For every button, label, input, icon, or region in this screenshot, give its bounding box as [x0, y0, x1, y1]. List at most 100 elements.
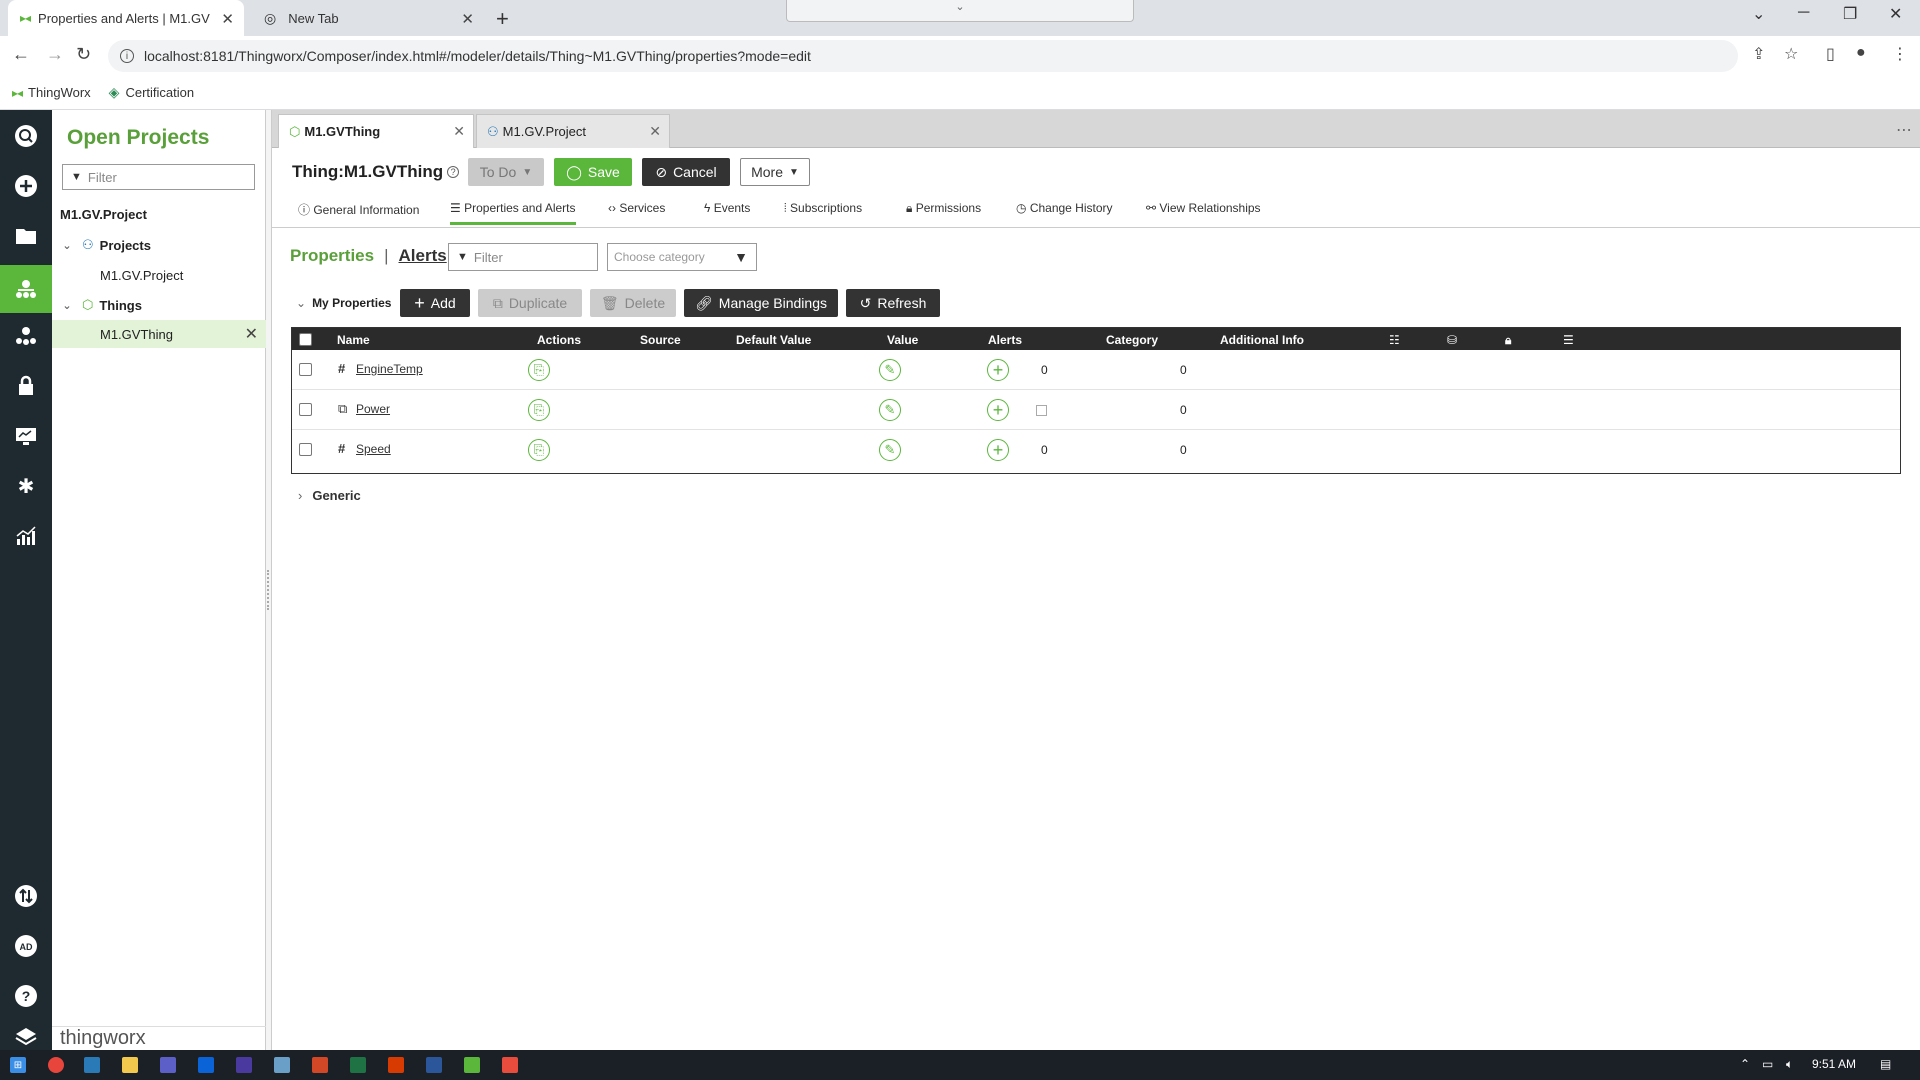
app-icon[interactable] — [464, 1057, 480, 1073]
chrome-icon[interactable] — [48, 1057, 64, 1073]
close-tab-icon[interactable]: ✕ — [649, 123, 661, 140]
column-header[interactable]: Actions — [537, 333, 581, 347]
app-icon[interactable] — [236, 1057, 252, 1073]
row-checkbox[interactable] — [299, 403, 312, 416]
bookmark-star-icon[interactable]: ☆ — [1784, 44, 1798, 64]
browser-tab-active[interactable]: ▸◂ Properties and Alerts | M1.GVThi ✕ — [8, 0, 244, 36]
tab-events[interactable]: ϟ Events — [704, 201, 750, 215]
edge-icon[interactable] — [84, 1057, 100, 1073]
start-icon[interactable]: ⊞ — [10, 1057, 26, 1073]
tab-view-relationships[interactable]: ⚯ View Relationships — [1146, 201, 1261, 215]
gear-icon[interactable]: ✱ — [12, 472, 40, 500]
help-icon[interactable]: ? — [447, 166, 460, 178]
tab-search-dropdown-icon[interactable]: ⌄ — [786, 0, 1134, 22]
tree-root-project[interactable]: M1.GV.Project — [52, 200, 266, 228]
close-icon[interactable]: ✕ — [245, 324, 258, 344]
delete-button[interactable]: 🗑︎ Delete — [590, 289, 676, 317]
bookmark-thingworx[interactable]: ▸◂ ThingWorx — [12, 85, 91, 100]
persistent-icon[interactable]: ⛁ — [1447, 333, 1457, 347]
actions-icon[interactable]: ⎘ — [528, 359, 550, 381]
tab-properties-and-alerts[interactable]: ☰ Properties and Alerts — [450, 201, 576, 225]
users-icon[interactable] — [12, 322, 40, 350]
property-name-link[interactable]: Speed — [356, 442, 391, 456]
excel-icon[interactable] — [350, 1057, 366, 1073]
monitor-icon[interactable] — [12, 422, 40, 450]
properties-filter-input[interactable]: ▼ Filter — [448, 243, 598, 271]
tree-group-projects[interactable]: ⌄ ⚇ Projects — [52, 231, 266, 259]
site-info-icon[interactable]: i — [120, 49, 134, 63]
url-input[interactable]: i localhost:8181/Thingworx/Composer/inde… — [108, 40, 1738, 72]
column-header[interactable]: Name — [337, 333, 370, 347]
row-checkbox[interactable] — [299, 363, 312, 376]
help-icon[interactable]: ? — [12, 982, 40, 1010]
add-alert-icon[interactable]: + — [987, 439, 1009, 461]
close-tab-icon[interactable]: ✕ — [461, 10, 474, 28]
edit-value-icon[interactable]: ✎ — [879, 359, 901, 381]
file-explorer-icon[interactable] — [122, 1057, 138, 1073]
alerts-toggle[interactable]: Alerts — [399, 246, 447, 266]
table-row[interactable]: # Speed ⎘ ✎ 0 + 0 — [292, 430, 1900, 470]
row-checkbox[interactable] — [299, 443, 312, 456]
property-name-link[interactable]: Power — [356, 402, 390, 416]
forward-icon[interactable]: → — [46, 44, 64, 65]
import-export-icon[interactable] — [12, 882, 40, 910]
add-alert-icon[interactable]: + — [987, 359, 1009, 381]
tab-subscriptions[interactable]: ⦙ Subscriptions — [784, 201, 862, 216]
table-row[interactable]: ⧉ Power ⎘ ✎ + 0 — [292, 390, 1900, 430]
search-icon[interactable] — [12, 122, 40, 150]
readonly-lock-icon[interactable]: 🔒︎ — [1505, 333, 1511, 348]
layers-icon[interactable] — [12, 1022, 40, 1050]
tray-chevron-icon[interactable]: ⌃ — [1740, 1057, 1750, 1071]
properties-toggle[interactable]: Properties — [290, 246, 374, 266]
tab-list-icon[interactable]: ⌄ — [1752, 4, 1765, 24]
edit-value-icon[interactable]: ✎ — [879, 399, 901, 421]
tab-services[interactable]: ‹› Services — [608, 201, 665, 215]
manage-bindings-button[interactable]: 🔗︎ Manage Bindings — [684, 289, 838, 317]
category-select[interactable]: Choose category ▼ — [607, 243, 757, 271]
teams-icon[interactable] — [160, 1057, 176, 1073]
modeler-icon[interactable] — [0, 265, 52, 313]
volume-icon[interactable]: 🔈︎ — [1786, 1057, 1793, 1072]
column-filter-icon[interactable]: ☷ — [1389, 333, 1400, 347]
reload-icon[interactable]: ↻ — [76, 44, 91, 65]
profile-avatar-icon[interactable]: ● — [1856, 44, 1866, 62]
side-panel-icon[interactable]: ▯ — [1826, 44, 1835, 64]
ad-icon[interactable]: AD — [12, 932, 40, 960]
restore-icon[interactable]: ❐ — [1843, 4, 1857, 24]
tree-item-project[interactable]: M1.GV.Project — [52, 261, 266, 289]
bookmark-certification[interactable]: ◈ Certification — [109, 84, 194, 101]
tree-item-thing[interactable]: M1.GVThing ✕ — [52, 320, 266, 348]
close-window-icon[interactable]: ✕ — [1889, 4, 1902, 24]
property-name-link[interactable]: EngineTemp — [356, 362, 423, 376]
notifications-icon[interactable]: ▤ — [1880, 1057, 1891, 1071]
add-icon[interactable] — [12, 172, 40, 200]
tab-permissions[interactable]: 🔒︎ Permissions — [906, 201, 981, 216]
column-header[interactable]: Default Value — [736, 333, 811, 347]
network-icon[interactable]: ▭ — [1762, 1057, 1773, 1071]
outlook-icon[interactable] — [198, 1057, 214, 1073]
column-header[interactable]: Value — [887, 333, 918, 347]
tab-change-history[interactable]: ◷ Change History — [1016, 201, 1113, 215]
duplicate-button[interactable]: ⧉ Duplicate — [478, 289, 582, 317]
close-tab-icon[interactable]: ✕ — [221, 10, 234, 28]
chevron-down-icon[interactable]: ⌄ — [60, 239, 74, 252]
save-button[interactable]: ◯ Save — [554, 158, 632, 186]
my-properties-section[interactable]: ⌄ My Properties — [296, 296, 391, 310]
back-icon[interactable]: ← — [12, 44, 30, 65]
app-icon[interactable] — [502, 1057, 518, 1073]
editor-tab-project[interactable]: ⚇ M1.GV.Project ✕ — [476, 114, 670, 148]
powerpoint-icon[interactable] — [312, 1057, 328, 1073]
generic-section[interactable]: › Generic — [298, 488, 361, 503]
clock-text[interactable]: 9:51 AM — [1812, 1057, 1856, 1071]
analytics-icon[interactable] — [12, 522, 40, 550]
tree-group-things[interactable]: ⌄ ⬡ Things — [52, 291, 266, 319]
word-icon[interactable] — [426, 1057, 442, 1073]
project-filter-input[interactable]: ▼ Filter — [62, 164, 255, 190]
select-all-checkbox[interactable] — [299, 333, 312, 346]
chrome-menu-icon[interactable]: ⋮ — [1892, 44, 1908, 64]
lock-icon[interactable] — [12, 372, 40, 400]
todo-button[interactable]: To Do ▼ — [468, 158, 544, 186]
folder-icon[interactable] — [12, 222, 40, 250]
app-icon[interactable] — [388, 1057, 404, 1073]
add-property-button[interactable]: + Add — [400, 289, 470, 317]
